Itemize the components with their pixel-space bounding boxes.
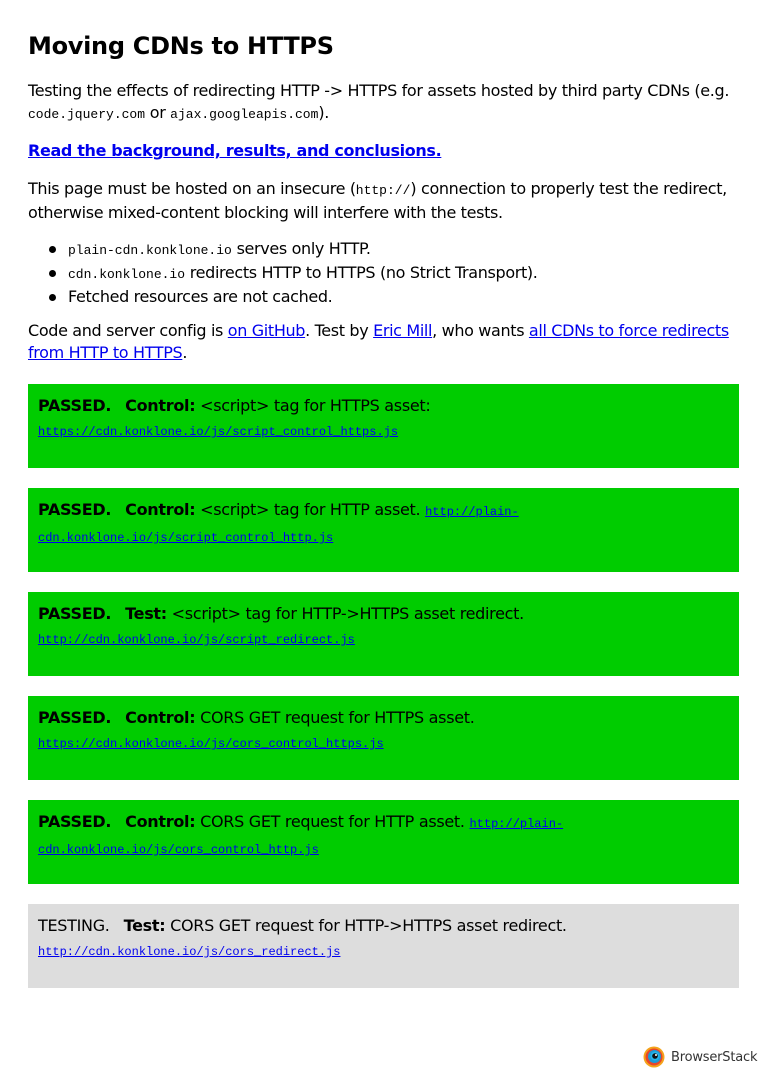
intro-paragraph: Testing the effects of redirecting HTTP … [28,80,739,126]
test-result-box: PASSED. Test: <script> tag for HTTP->HTTP… [28,592,739,676]
hosting-note-before: This page must be hosted on an insecure … [28,179,356,198]
list-item: Fetched resources are not cached. [28,286,739,308]
test-status: PASSED. [38,500,112,519]
list-item: cdn.konklone.io redirects HTTP to HTTPS … [28,262,739,286]
test-result-box: TESTING. Test: CORS GET request for HTTP-… [28,904,739,988]
list-item-code: plain-cdn.konklone.io [68,243,232,258]
credits-text: Code and server config is [28,321,228,340]
test-result-box: PASSED. Control: CORS GET request for HTT… [28,696,739,780]
browserstack-watermark: BrowserStack [643,1045,757,1069]
test-description: <script> tag for HTTPS asset: [195,396,431,415]
test-status: PASSED. [38,396,112,415]
test-status: PASSED. [38,708,112,727]
test-description: <script> tag for HTTP->HTTPS asset redir… [166,604,525,623]
credits-text: . [182,343,188,362]
github-link[interactable]: on GitHub [228,321,306,340]
list-item-text: serves only HTTP. [231,239,371,258]
test-asset-link[interactable]: https://cdn.konklone.io/js/cors_control_… [38,737,384,751]
background-paragraph: Read the background, results, and conclu… [28,140,739,162]
bullet-icon [49,294,56,301]
list-item-text: Fetched resources are not cached. [68,287,333,306]
page-title: Moving CDNs to HTTPS [28,32,334,60]
test-kind: Control: [125,500,196,519]
test-kind: Test: [125,604,167,623]
credits-text: , who wants [432,321,529,340]
test-result-box: PASSED. Control: <script> tag for HTTPS a… [28,384,739,468]
browserstack-logo-icon [643,1046,665,1068]
test-kind: Control: [125,396,196,415]
bullet-icon [49,270,56,277]
intro-text: Testing the effects of redirecting HTTP … [28,81,730,100]
test-result-box: PASSED. Control: CORS GET request for HTT… [28,800,739,884]
bullet-icon [49,246,56,253]
intro-code-jquery: code.jquery.com [28,107,146,122]
hosting-note-code: http:// [355,183,411,198]
credits-text: . Test by [305,321,374,340]
test-kind: Test: [123,916,166,935]
list-item-text: redirects HTTP to HTTPS (no Strict Trans… [185,263,538,282]
intro-or: or [145,103,171,122]
test-asset-link[interactable]: https://cdn.konklone.io/js/script_contro… [38,425,398,439]
test-description: CORS GET request for HTTP->HTTPS asset r… [165,916,567,935]
test-kind: Control: [125,812,196,831]
info-list: plain-cdn.konklone.io serves only HTTP. … [28,238,739,308]
test-asset-link[interactable]: http://cdn.konklone.io/js/script_redirec… [38,633,355,647]
test-description: CORS GET request for HTTPS asset. [195,708,475,727]
test-description: <script> tag for HTTP asset. [195,500,426,519]
browserstack-text: BrowserStack [671,1049,758,1065]
test-description: CORS GET request for HTTP asset. [195,812,470,831]
test-asset-link[interactable]: http://cdn.konklone.io/js/cors_redirect.… [38,945,340,959]
background-link[interactable]: Read the background, results, and conclu… [28,141,442,160]
test-status: TESTING. [38,916,110,935]
test-status: PASSED. [38,812,112,831]
credits-paragraph: Code and server config is on GitHub. Tes… [28,320,739,364]
intro-code-googleapis: ajax.googleapis.com [170,107,319,122]
test-kind: Control: [125,708,196,727]
author-link[interactable]: Eric Mill [373,321,432,340]
list-item-code: cdn.konklone.io [68,267,186,282]
hosting-note: This page must be hosted on an insecure … [28,178,739,224]
test-status: PASSED. [38,604,112,623]
list-item: plain-cdn.konklone.io serves only HTTP. [28,238,739,262]
test-result-box: PASSED. Control: <script> tag for HTTP as… [28,488,739,572]
intro-end: ). [318,103,330,122]
